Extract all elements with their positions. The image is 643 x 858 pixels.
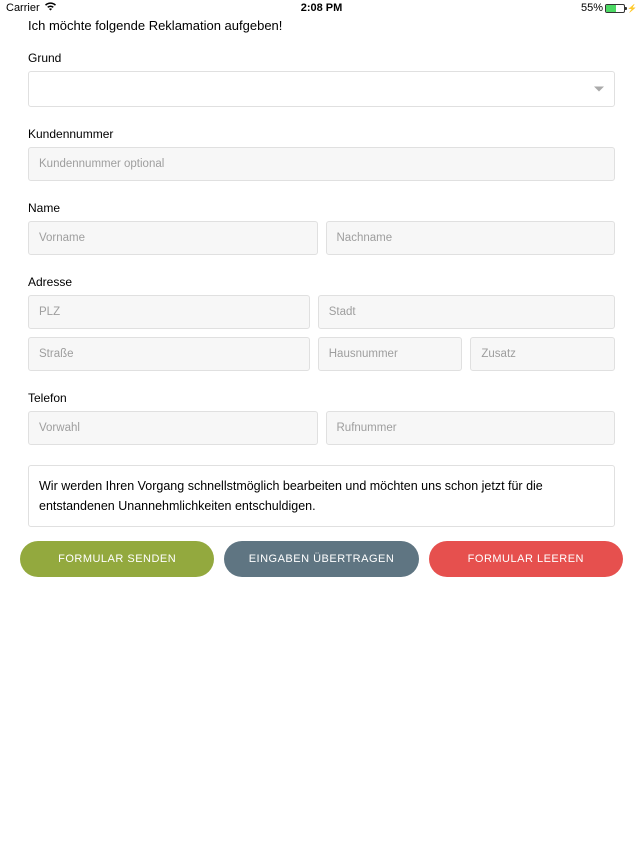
city-input[interactable] xyxy=(318,295,615,329)
form-note: Wir werden Ihren Vorgang schnellstmöglic… xyxy=(28,465,615,527)
complaint-form: Ich möchte folgende Reklamation aufgeben… xyxy=(20,16,623,527)
customer-number-label: Kundennummer xyxy=(20,127,623,147)
battery-percent: 55% xyxy=(581,2,603,14)
battery-icon xyxy=(605,4,625,13)
first-name-input[interactable] xyxy=(28,221,318,255)
wifi-icon xyxy=(44,2,57,14)
street-input[interactable] xyxy=(28,337,310,371)
status-time: 2:08 PM xyxy=(301,2,343,14)
customer-number-input[interactable] xyxy=(28,147,615,181)
house-number-input[interactable] xyxy=(318,337,463,371)
phone-label: Telefon xyxy=(20,391,623,411)
reason-select-input[interactable] xyxy=(29,72,614,106)
plz-input[interactable] xyxy=(28,295,310,329)
reason-label: Grund xyxy=(20,51,623,71)
phone-number-input[interactable] xyxy=(326,411,616,445)
charging-icon: ⚡ xyxy=(627,4,637,13)
transfer-input-button[interactable]: EINGABEN ÜBERTRAGEN xyxy=(224,541,418,577)
status-right: 55% ⚡ xyxy=(581,2,637,14)
send-form-button[interactable]: FORMULAR SENDEN xyxy=(20,541,214,577)
reason-select[interactable] xyxy=(28,71,615,107)
phone-prefix-input[interactable] xyxy=(28,411,318,445)
last-name-input[interactable] xyxy=(326,221,616,255)
name-label: Name xyxy=(20,201,623,221)
status-left: Carrier xyxy=(6,2,57,14)
carrier-text: Carrier xyxy=(6,2,40,14)
clear-form-button[interactable]: FORMULAR LEEREN xyxy=(429,541,623,577)
form-intro: Ich möchte folgende Reklamation aufgeben… xyxy=(20,16,623,51)
address-label: Adresse xyxy=(20,275,623,295)
status-bar: Carrier 2:08 PM 55% ⚡ xyxy=(0,0,643,16)
chevron-down-icon xyxy=(594,87,604,92)
form-buttons: FORMULAR SENDEN EINGABEN ÜBERTRAGEN FORM… xyxy=(20,541,623,577)
address-extra-input[interactable] xyxy=(470,337,615,371)
